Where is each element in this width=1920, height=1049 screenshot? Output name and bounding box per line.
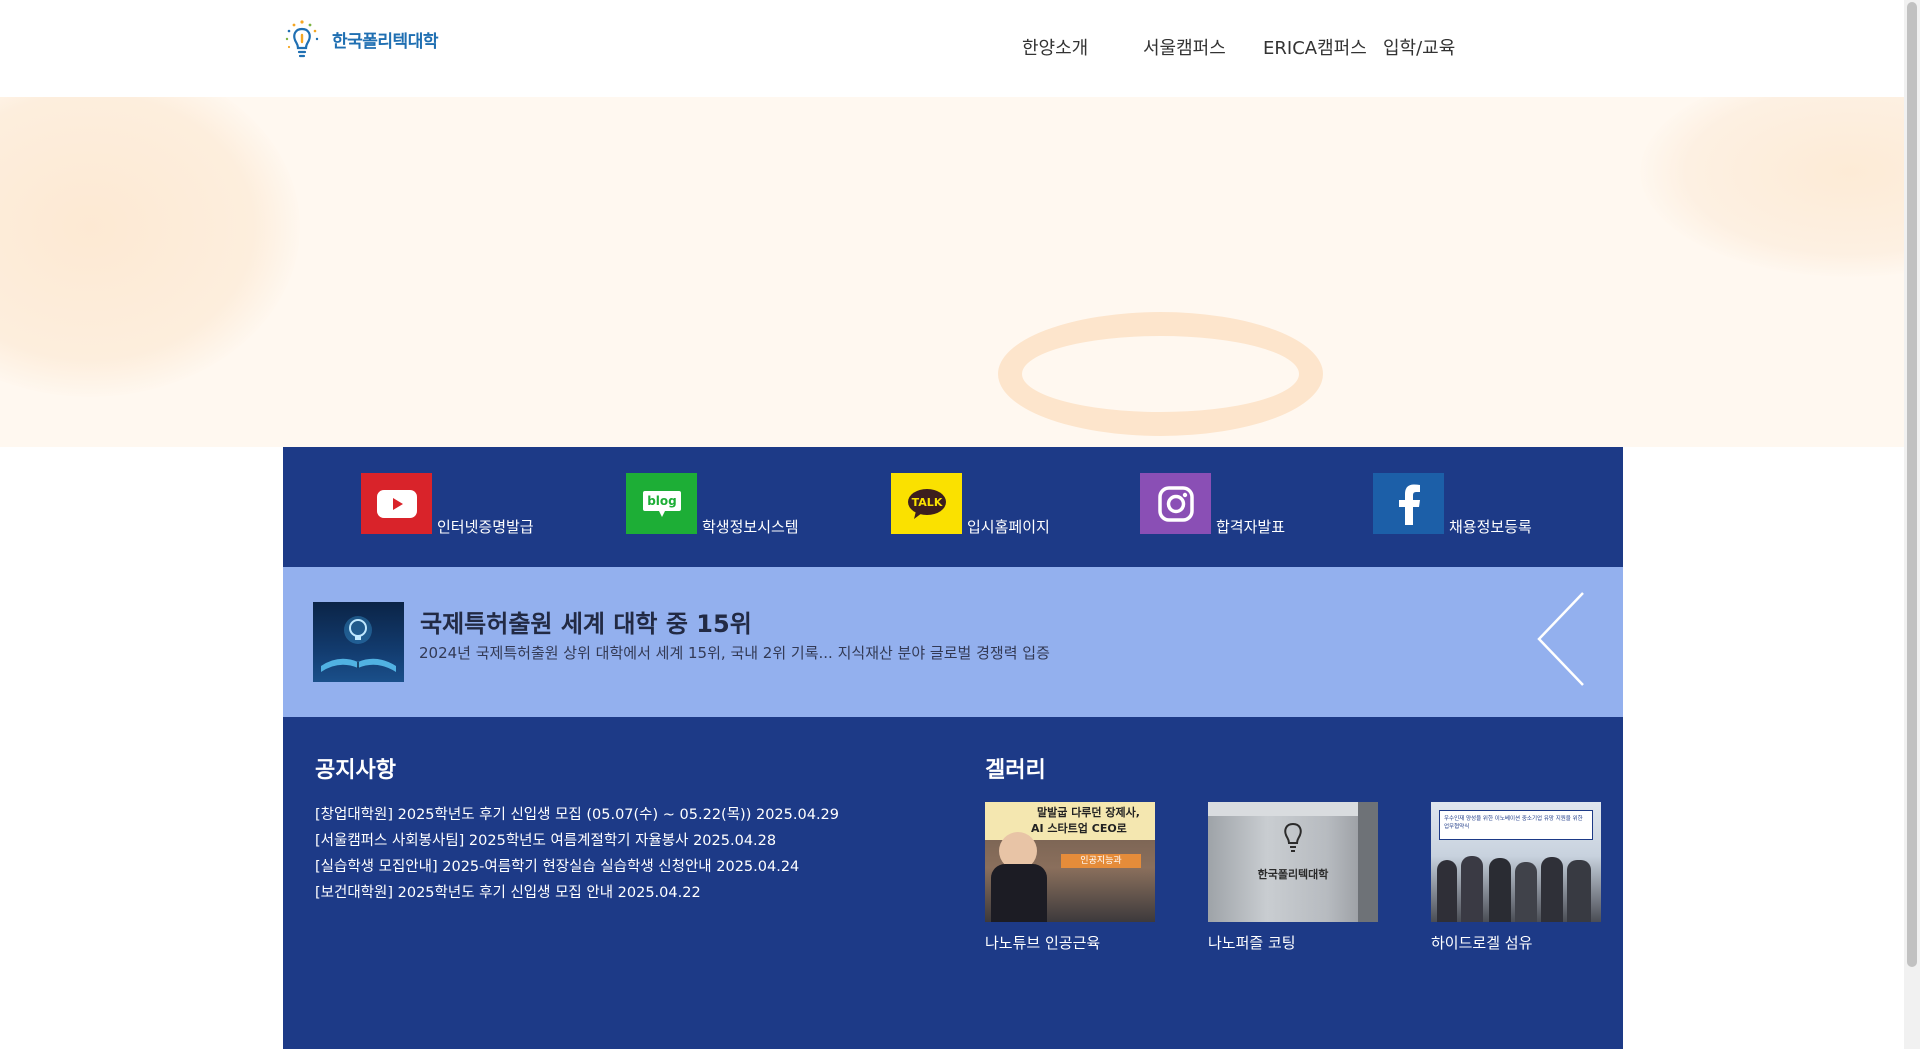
hero-decoration-blob xyxy=(1640,97,1904,277)
gallery-photo: 한국폴리텍대학 xyxy=(1208,802,1378,922)
hero-banner xyxy=(0,97,1904,447)
hero-decoration-blob xyxy=(0,97,300,397)
quick-links: 인터넷증명발급 blog 학생정보시스템 TALK 입시홈페이지 합격자발표 채… xyxy=(283,447,1623,567)
nav-item-hanyang-intro[interactable]: 한양소개 xyxy=(1022,34,1088,60)
hero-decoration-ring xyxy=(998,312,1323,436)
main-nav: 한양소개 서울캠퍼스 ERICA캠퍼스 입학/교육 xyxy=(0,34,1904,60)
gallery-caption: 나노퍼즐 코팅 xyxy=(1208,934,1296,952)
chevron-left-icon[interactable] xyxy=(1535,589,1587,689)
content-panel: 인터넷증명발급 blog 학생정보시스템 TALK 입시홈페이지 합격자발표 채… xyxy=(283,447,1623,1049)
quick-link-certificate[interactable]: 인터넷증명발급 xyxy=(361,473,534,536)
notice-list: [창업대학원] 2025학년도 후기 신입생 모집 (05.07(수) ~ 05… xyxy=(315,802,839,906)
featured-news-thumbnail xyxy=(313,602,404,682)
gallery-item[interactable]: 한국폴리텍대학 나노퍼즐 코팅 xyxy=(1208,802,1378,953)
quick-link-admission-home[interactable]: TALK 입시홈페이지 xyxy=(891,473,1050,536)
gallery-photo-badge: 인공지능과 xyxy=(1061,854,1141,868)
quick-link-results[interactable]: 합격자발표 xyxy=(1140,473,1286,536)
nav-item-seoul-campus[interactable]: 서울캠퍼스 xyxy=(1143,34,1226,60)
instagram-icon xyxy=(1140,473,1211,534)
gallery-item[interactable]: 우수인재 양성을 위한 이노베이션 중소기업 유망 지원을 위한 업무협약식 하… xyxy=(1431,802,1601,953)
notice-item[interactable]: [서울캠퍼스 사회봉사팀] 2025학년도 여름계절학기 자율봉사 2025.0… xyxy=(315,828,839,854)
quick-link-label: 합격자발표 xyxy=(1216,518,1286,536)
facebook-icon xyxy=(1373,473,1444,534)
site-header: 한국폴리텍대학 한양소개 서울캠퍼스 ERICA캠퍼스 입학/교육 xyxy=(0,0,1904,97)
lightbulb-icon xyxy=(1284,822,1302,852)
gallery-photo-caption-line: AI 스타트업 CEO로 xyxy=(1031,822,1127,835)
quick-link-label: 채용정보등록 xyxy=(1449,518,1532,536)
kakaotalk-icon: TALK xyxy=(891,473,962,534)
notice-item[interactable]: [창업대학원] 2025학년도 후기 신입생 모집 (05.07(수) ~ 05… xyxy=(315,802,839,828)
page-scrollbar[interactable] xyxy=(1904,0,1920,1049)
quick-link-recruitment[interactable]: 채용정보등록 xyxy=(1373,473,1532,536)
gallery-photo-sign: 한국폴리텍대학 xyxy=(1257,868,1329,881)
featured-news-title: 국제특허출원 세계 대학 중 15위 xyxy=(420,610,752,638)
youtube-icon xyxy=(361,473,432,534)
notice-item[interactable]: [보건대학원] 2025학년도 후기 신입생 모집 안내 2025.04.22 xyxy=(315,880,839,906)
quick-link-label: 입시홈페이지 xyxy=(967,518,1050,536)
gallery-caption: 나노튜브 인공근육 xyxy=(985,934,1101,952)
svg-text:TALK: TALK xyxy=(911,496,942,509)
featured-news[interactable]: 국제특허출원 세계 대학 중 15위 2024년 국제특허출원 상위 대학에서 … xyxy=(283,567,1623,717)
blog-icon: blog xyxy=(626,473,697,534)
featured-news-description: 2024년 국제특허출원 상위 대학에서 세계 15위, 국내 2위 기록...… xyxy=(419,644,1050,662)
gallery-caption: 하이드로겔 섬유 xyxy=(1431,934,1533,952)
gallery-photo: 우수인재 양성을 위한 이노베이션 중소기업 유망 지원을 위한 업무협약식 xyxy=(1431,802,1601,922)
gallery-item[interactable]: 말발굽 다루던 장제사, AI 스타트업 CEO로 인공지능과 나노튜브 인공근… xyxy=(985,802,1155,953)
nav-item-admission[interactable]: 입학/교육 xyxy=(1383,34,1455,60)
quick-link-student-system[interactable]: blog 학생정보시스템 xyxy=(626,473,799,536)
quick-link-label: 인터넷증명발급 xyxy=(437,518,534,536)
svg-text:blog: blog xyxy=(647,494,677,508)
gallery-section-title: 겔러리 xyxy=(985,758,1046,783)
gallery-photo-caption-line: 말발굽 다루던 장제사, xyxy=(1037,806,1140,819)
page: 한국폴리텍대학 한양소개 서울캠퍼스 ERICA캠퍼스 입학/교육 인터넷증명발… xyxy=(0,0,1920,1049)
notice-section-title: 공지사항 xyxy=(315,758,396,783)
gallery-photo: 말발굽 다루던 장제사, AI 스타트업 CEO로 인공지능과 xyxy=(985,802,1155,922)
scrollbar-thumb[interactable] xyxy=(1907,2,1917,967)
notice-item[interactable]: [실습학생 모집안내] 2025-여름학기 현장실습 실습학생 신청안내 202… xyxy=(315,854,839,880)
nav-item-erica-campus[interactable]: ERICA캠퍼스 xyxy=(1263,34,1367,60)
quick-link-label: 학생정보시스템 xyxy=(702,518,799,536)
gallery-photo-banner: 우수인재 양성을 위한 이노베이션 중소기업 유망 지원을 위한 업무협약식 xyxy=(1439,810,1593,840)
